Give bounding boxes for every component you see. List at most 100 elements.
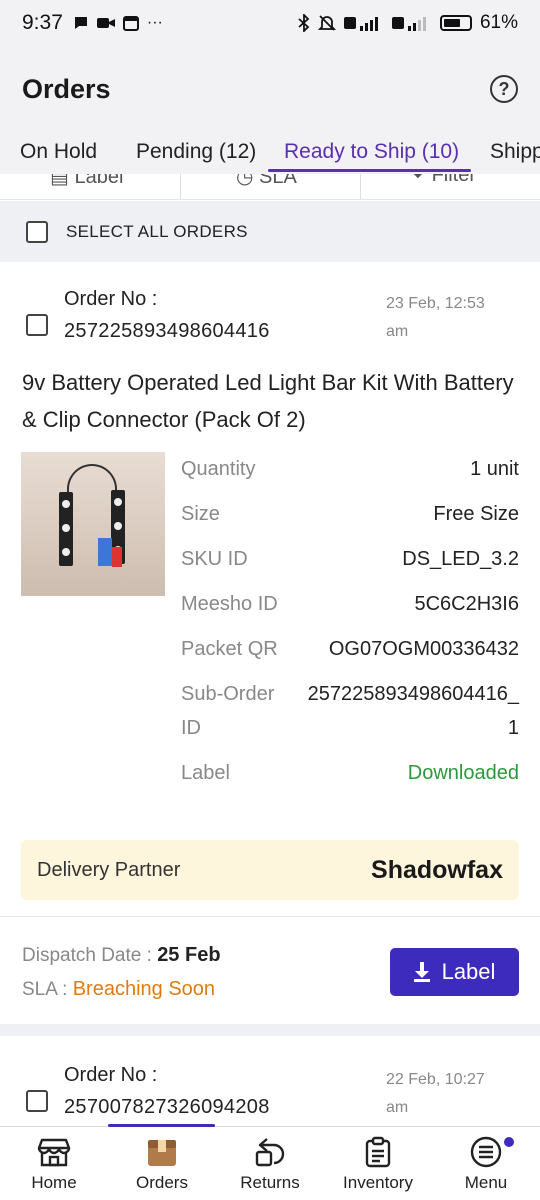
order-number: 257007827326094208 xyxy=(64,1096,270,1118)
tab-ready-to-ship[interactable]: Ready to Ship (10) xyxy=(284,140,459,164)
label-filter-text: Label xyxy=(74,174,124,188)
sla-filter-text: SLA xyxy=(259,174,297,188)
filter-divider xyxy=(360,174,361,199)
order-date: 22 Feb, 10:27 am xyxy=(386,1071,485,1116)
tab-shipped[interactable]: Shipp xyxy=(490,140,540,164)
video-icon xyxy=(96,18,115,28)
delivery-partner-name: Shadowfax xyxy=(371,855,503,884)
product-image[interactable] xyxy=(21,452,165,596)
select-all-row[interactable]: SELECT ALL ORDERS xyxy=(0,201,540,262)
delivery-partner-label: Delivery Partner xyxy=(37,858,181,881)
image-battery xyxy=(98,538,112,566)
filter-divider xyxy=(180,174,181,199)
calendar-icon xyxy=(122,16,139,31)
detail-value: 257225893498604416_1 xyxy=(307,683,519,739)
image-box xyxy=(112,547,122,567)
order-status-tabs: On Hold Pending (12) Ready to Ship (10) … xyxy=(0,132,540,174)
clock-icon: ◷ xyxy=(236,174,254,188)
detail-value: DS_LED_3.2 xyxy=(402,548,519,570)
order-checkbox[interactable] xyxy=(26,314,48,336)
card-divider xyxy=(0,916,540,917)
detail-key: Sub-Order ID xyxy=(181,683,275,739)
detail-key: Packet QR xyxy=(181,638,278,660)
battery-icon xyxy=(439,15,472,31)
order-no-label: Order No : xyxy=(64,288,158,310)
label-status: Downloaded xyxy=(407,762,519,784)
sla-label: SLA : xyxy=(22,979,68,1000)
order-no-label: Order No : xyxy=(64,1064,158,1086)
select-all-label: SELECT ALL ORDERS xyxy=(66,221,248,241)
return-box-icon xyxy=(255,1138,285,1167)
nav-inventory-label: Inventory xyxy=(343,1173,413,1192)
store-icon xyxy=(37,1138,71,1167)
detail-row-size: Size Free Size xyxy=(181,497,519,531)
download-label-button[interactable]: Label xyxy=(390,948,519,996)
mute-icon xyxy=(317,15,336,31)
signal-2-icon xyxy=(391,17,426,31)
bottom-navigation: Home Orders Returns Inventory Menu xyxy=(0,1124,540,1200)
nav-home[interactable]: Home xyxy=(0,1135,108,1193)
nav-active-indicator xyxy=(108,1124,215,1127)
nav-returns-label: Returns xyxy=(240,1173,300,1192)
nav-menu-label: Menu xyxy=(464,1173,508,1192)
order-checkbox[interactable] xyxy=(26,1090,48,1112)
notification-icons: ··· xyxy=(73,14,163,32)
bluetooth-icon xyxy=(298,14,310,32)
detail-row-sku: SKU ID DS_LED_3.2 xyxy=(181,542,519,576)
menu-notification-dot xyxy=(504,1137,514,1147)
order-date: 23 Feb, 12:53 am xyxy=(386,295,485,340)
order-header: Order No : 257007827326094208 22 Feb, 10… xyxy=(0,1064,540,1126)
more-notifications-icon: ··· xyxy=(146,14,163,31)
system-icons: 61% xyxy=(298,12,518,34)
filter-bar: ▤ Label ◷ SLA ⏷ Filter xyxy=(0,174,540,200)
sla-row: SLA : Breaching Soon xyxy=(22,978,215,1001)
product-title[interactable]: 9v Battery Operated Led Light Bar Kit Wi… xyxy=(22,364,522,438)
nav-orders[interactable]: Orders xyxy=(108,1135,216,1193)
card-separator xyxy=(0,1024,540,1036)
nav-orders-label: Orders xyxy=(136,1173,188,1192)
status-time: 9:37 xyxy=(22,11,63,34)
app-header: Orders ? xyxy=(0,46,540,132)
nav-home-label: Home xyxy=(31,1173,77,1192)
tab-pending[interactable]: Pending (12) xyxy=(136,140,256,164)
dispatch-date-label: Dispatch Date : xyxy=(22,945,152,966)
filter-text: Filter xyxy=(431,174,477,186)
dispatch-date-row: Dispatch Date : 25 Feb xyxy=(22,944,221,967)
menu-icon xyxy=(470,1136,502,1168)
order-header: Order No : 257225893498604416 23 Feb, 12… xyxy=(0,288,540,358)
box-icon xyxy=(148,1140,176,1166)
nav-menu[interactable]: Menu xyxy=(432,1135,540,1193)
order-number: 257225893498604416 xyxy=(64,320,270,342)
order-card: Order No : 257007827326094208 22 Feb, 10… xyxy=(0,1064,540,1126)
detail-key: SKU ID xyxy=(181,548,248,570)
dispatch-date: 25 Feb xyxy=(157,944,221,966)
sla-status: Breaching Soon xyxy=(72,978,216,1000)
image-wire xyxy=(67,464,117,494)
filter-button[interactable]: ⏷ Filter xyxy=(410,174,476,187)
nav-returns[interactable]: Returns xyxy=(216,1135,324,1193)
detail-row-packet-qr: Packet QR OG07OGM00336432 xyxy=(181,632,519,666)
tab-on-hold[interactable]: On Hold xyxy=(20,140,97,164)
label-filter-button[interactable]: ▤ Label xyxy=(50,174,123,189)
page-title: Orders xyxy=(22,73,111,104)
chat-icon xyxy=(74,17,87,29)
detail-row-label: Label Downloaded xyxy=(181,756,519,790)
delivery-partner-box: Delivery Partner Shadowfax xyxy=(21,840,519,900)
nav-inventory[interactable]: Inventory xyxy=(324,1135,432,1193)
status-bar: 9:37 ··· 61% xyxy=(0,0,540,46)
help-icon[interactable]: ? xyxy=(490,75,518,103)
active-tab-indicator xyxy=(268,169,471,172)
sla-filter-button[interactable]: ◷ SLA xyxy=(236,174,297,189)
battery-percent: 61% xyxy=(479,12,518,33)
detail-value: 1 unit xyxy=(470,458,519,480)
select-all-checkbox[interactable] xyxy=(26,220,48,243)
filter-icon: ⏷ xyxy=(410,174,426,186)
detail-value: Free Size xyxy=(433,503,519,525)
detail-key: Quantity xyxy=(181,458,256,480)
signal-icon xyxy=(343,17,378,31)
download-label-text: Label xyxy=(441,959,496,984)
detail-row-meesho-id: Meesho ID 5C6C2H3I6 xyxy=(181,587,519,621)
label-filter-icon: ▤ xyxy=(50,174,69,188)
detail-key: Meesho ID xyxy=(181,593,278,615)
detail-key: Size xyxy=(181,503,220,525)
